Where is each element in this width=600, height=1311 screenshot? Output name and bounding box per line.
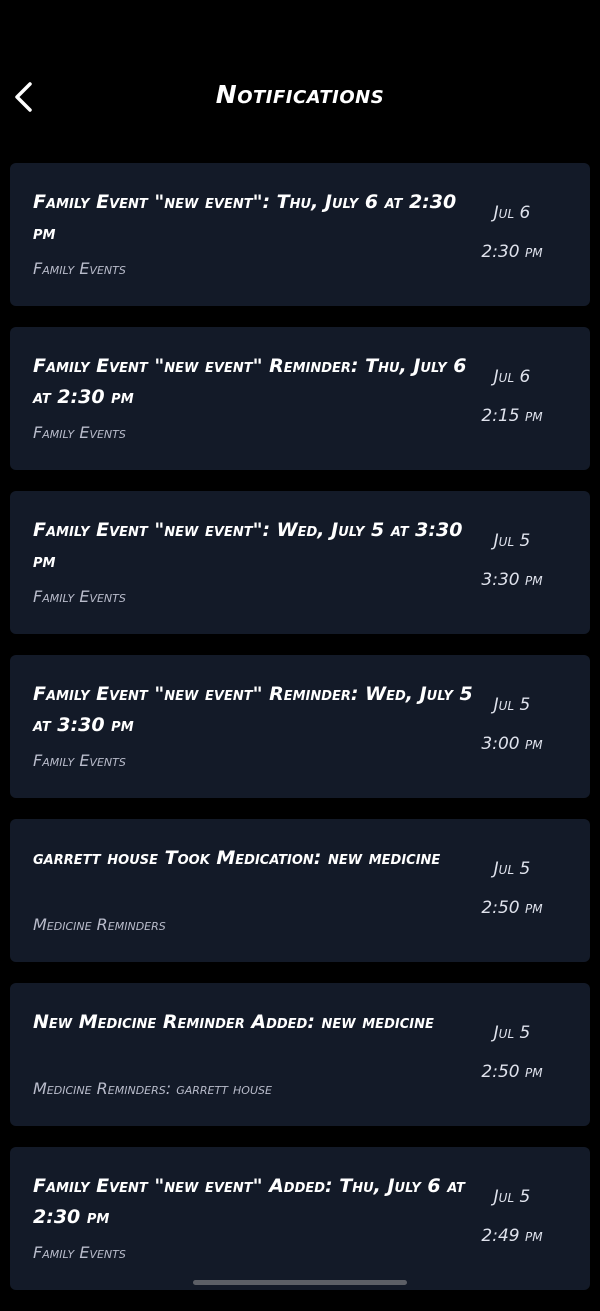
notification-title: Family Event "new event" Reminder: Thu, …	[33, 355, 467, 408]
notification-title: Family Event "new event": Thu, July 6 at…	[33, 191, 457, 244]
notification-category: Family Events	[33, 1243, 126, 1262]
notification-time: 3:30 pm	[481, 570, 543, 590]
notification-time: 2:49 pm	[481, 1226, 543, 1246]
notification-category: Family Events	[33, 259, 126, 278]
notification-category: Medicine Reminders: garrett house	[33, 1079, 272, 1098]
notification-title: Family Event "new event" Added: Thu, Jul…	[33, 1175, 465, 1228]
notification-card[interactable]: New Medicine Reminder Added: new medicin…	[10, 983, 590, 1126]
notification-title: garrett house Took Medication: new medic…	[33, 847, 441, 869]
page-title: Notifications	[215, 80, 385, 109]
notification-time: 2:15 pm	[481, 406, 543, 426]
notification-title: New Medicine Reminder Added: new medicin…	[33, 1011, 434, 1033]
notification-card[interactable]: Family Event "new event" Added: Thu, Jul…	[10, 1147, 590, 1290]
notification-card[interactable]: garrett house Took Medication: new medic…	[10, 819, 590, 962]
notification-date: Jul 6	[493, 367, 531, 387]
header: Notifications	[0, 60, 600, 136]
notification-date: Jul 5	[493, 1187, 531, 1207]
notification-title: Family Event "new event" Reminder: Wed, …	[33, 683, 473, 736]
notification-time: 2:50 pm	[481, 1062, 543, 1082]
notification-card[interactable]: Family Event "new event" Reminder: Thu, …	[10, 327, 590, 470]
notification-card[interactable]: Family Event "new event" Reminder: Wed, …	[10, 655, 590, 798]
notification-category: Family Events	[33, 751, 126, 770]
notification-card[interactable]: Family Event "new event": Thu, July 6 at…	[10, 163, 590, 306]
notification-date: Jul 5	[493, 695, 531, 715]
notification-time: 2:50 pm	[481, 898, 543, 918]
notification-category: Medicine Reminders	[33, 915, 166, 934]
notification-time: 3:00 pm	[481, 734, 543, 754]
notification-date: Jul 5	[493, 531, 531, 551]
notification-category: Family Events	[33, 423, 126, 442]
notification-date: Jul 5	[493, 859, 531, 879]
notification-title: Family Event "new event": Wed, July 5 at…	[33, 519, 463, 572]
home-indicator[interactable]	[193, 1280, 407, 1285]
notification-category: Family Events	[33, 587, 126, 606]
notification-date: Jul 5	[493, 1023, 531, 1043]
notification-card[interactable]: Family Event "new event": Wed, July 5 at…	[10, 491, 590, 634]
notification-time: 2:30 pm	[481, 242, 543, 262]
notification-list: Family Event "new event": Thu, July 6 at…	[10, 163, 590, 1311]
notification-date: Jul 6	[493, 203, 531, 223]
